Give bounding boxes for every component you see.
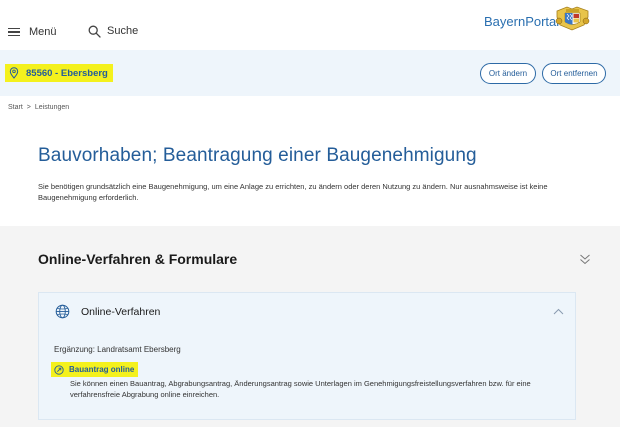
site-header: Menü Suche BayernPortal	[0, 0, 620, 50]
search-icon	[88, 25, 101, 38]
bavarian-crest-icon[interactable]	[551, 5, 594, 32]
globe-icon	[55, 304, 70, 319]
search-label: Suche	[107, 25, 139, 37]
online-section: Online-Verfahren & Formulare Online-Verf…	[0, 226, 620, 427]
menu-button[interactable]: Menü	[8, 24, 57, 40]
double-chevron-down-icon[interactable]	[579, 252, 591, 266]
page-title: Bauvorhaben; Beantragung einer Baugenehm…	[38, 145, 477, 166]
online-procedures-card: Online-Verfahren Ergänzung: Landratsamt …	[38, 292, 576, 420]
search-button[interactable]: Suche	[88, 22, 138, 40]
external-link-icon	[54, 364, 64, 375]
change-location-button[interactable]: Ort ändern	[480, 63, 536, 84]
online-procedures-title: Online-Verfahren	[81, 306, 161, 318]
location-pin-icon	[9, 67, 19, 79]
online-procedures-header[interactable]: Online-Verfahren	[39, 293, 577, 333]
menu-label: Menü	[29, 26, 57, 38]
brand-logo-text[interactable]: BayernPortal	[484, 14, 559, 29]
bauantrag-online-description: Sie können einen Bauantrag, Abgrabungsan…	[70, 379, 531, 399]
chevron-up-icon[interactable]	[553, 308, 564, 315]
supplement-text: Ergänzung: Landratsamt Ebersberg	[54, 345, 181, 354]
breadcrumb-start[interactable]: Start	[8, 104, 23, 111]
bauantrag-online-label: Bauantrag online	[69, 365, 135, 374]
hamburger-icon	[8, 27, 20, 37]
location-badge: 85560 - Ebersberg	[5, 64, 113, 82]
remove-location-button[interactable]: Ort entfernen	[542, 63, 606, 84]
location-bar: 85560 - Ebersberg Ort ändern Ort entfern…	[0, 50, 620, 96]
breadcrumb-separator: >	[26, 104, 31, 111]
location-label: 85560 - Ebersberg	[26, 67, 108, 79]
page-intro: Sie benötigen grundsätzlich eine Baugene…	[38, 182, 548, 202]
online-section-title: Online-Verfahren & Formulare	[38, 251, 238, 267]
breadcrumb: Start > Leistungen	[8, 104, 69, 111]
bauantrag-online-link[interactable]: Bauantrag online	[51, 362, 139, 377]
breadcrumb-leistungen[interactable]: Leistungen	[35, 104, 69, 111]
